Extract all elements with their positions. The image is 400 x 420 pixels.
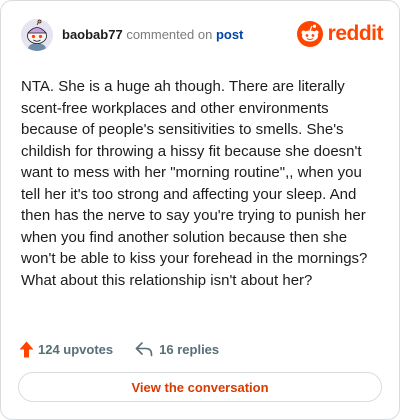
username[interactable]: baobab77 [62, 27, 123, 42]
commented-on-label: commented on [126, 27, 213, 42]
reddit-wordmark: reddit [327, 22, 384, 45]
reddit-brand[interactable]: reddit [296, 19, 384, 49]
comment-body: NTA. She is a huge ah though. There are … [21, 78, 368, 289]
avatar[interactable] [21, 19, 53, 51]
comment-card: baobab77 commented on post reddit NTA. S… [0, 0, 400, 420]
comment-stats: 124 upvotes 16 replies [19, 339, 219, 359]
reddit-logo-icon [296, 21, 323, 47]
snoo-avatar-icon [21, 19, 53, 51]
comment-meta: baobab77 commented on post [62, 27, 243, 43]
replies-stat[interactable]: 16 replies [135, 341, 219, 357]
upvote-arrow-icon [19, 341, 34, 357]
upvotes-count: 124 upvotes [38, 341, 114, 357]
upvotes-stat[interactable]: 124 upvotes [19, 341, 113, 358]
comment-header: baobab77 commented on post reddit [21, 19, 384, 51]
post-link[interactable]: post [216, 27, 243, 42]
reply-arrow-icon [135, 342, 153, 357]
replies-count: 16 replies [159, 341, 220, 357]
view-conversation-button[interactable]: View the conversation [18, 372, 382, 402]
